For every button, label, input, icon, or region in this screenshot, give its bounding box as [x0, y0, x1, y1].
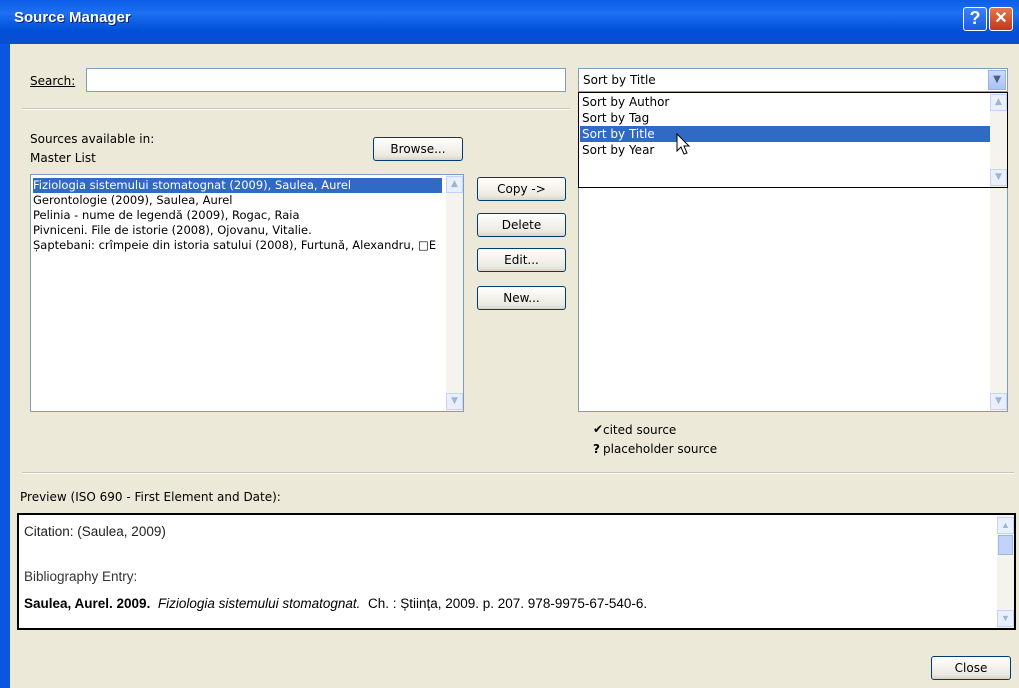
sort-option-tag[interactable]: Sort by Tag: [580, 110, 993, 126]
bib-author: Saulea, Aurel. 2009.: [24, 596, 151, 611]
checkmark-icon: ✔: [593, 422, 604, 436]
sort-selected: Sort by Title: [583, 73, 656, 87]
scroll-down-icon[interactable]: ▼: [997, 610, 1014, 627]
edit-button[interactable]: Edit...: [477, 248, 566, 272]
placeholder-source-label: placeholder source: [603, 442, 718, 456]
list-item[interactable]: Pivniceni. File de istorie (2008), Ojova…: [33, 223, 312, 238]
bib-rest: Ch. : Știința, 2009. p. 207. 978-9975-67…: [367, 596, 648, 611]
cited-source-label: cited source: [603, 423, 677, 437]
question-icon: ?: [593, 442, 600, 456]
bibliography-label: Bibliography Entry:: [24, 569, 138, 584]
delete-button[interactable]: Delete: [477, 213, 566, 237]
list-item[interactable]: Șaptebani: crîmpeie din istoria satului …: [33, 238, 445, 253]
list-item[interactable]: Gerontologie (2009), Saulea, Aurel: [33, 193, 233, 208]
browse-button[interactable]: Browse...: [373, 137, 463, 161]
help-icon[interactable]: ?: [963, 7, 987, 31]
close-button[interactable]: Close: [931, 656, 1011, 680]
window-frame: [0, 44, 10, 688]
chevron-down-icon[interactable]: ▼: [988, 70, 1006, 90]
scrollbar[interactable]: ▼: [990, 175, 1007, 411]
preview-label: Preview (ISO 690 - First Element and Dat…: [20, 490, 281, 504]
window-title: Source Manager: [14, 9, 131, 26]
current-source-list[interactable]: ▼: [578, 174, 1008, 412]
master-list-label: Master List: [30, 151, 96, 165]
scroll-down-icon[interactable]: ▼: [990, 393, 1007, 410]
separator: [22, 472, 1014, 474]
scroll-up-icon[interactable]: ▲: [997, 517, 1014, 534]
scrollbar[interactable]: ▲ ▼: [446, 175, 463, 411]
scroll-up-icon[interactable]: ▲: [446, 176, 463, 193]
scroll-down-icon[interactable]: ▼: [990, 169, 1007, 186]
search-input[interactable]: [86, 68, 566, 92]
scroll-thumb[interactable]: [998, 535, 1013, 555]
close-icon[interactable]: ✕: [989, 7, 1013, 31]
copy-button[interactable]: Copy ->: [477, 177, 566, 201]
citation-text: Citation: (Saulea, 2009): [24, 524, 166, 539]
list-item[interactable]: Fiziologia sistemului stomatognat (2009)…: [33, 178, 442, 193]
sort-option-year[interactable]: Sort by Year: [580, 142, 993, 158]
new-button[interactable]: New...: [477, 286, 566, 310]
sources-available-label: Sources available in:: [30, 132, 155, 146]
dropdown-scrollbar[interactable]: ▲ ▼: [990, 93, 1007, 187]
sort-dropdown[interactable]: Sort by Author Sort by Tag Sort by Title…: [578, 92, 1008, 188]
list-item[interactable]: Pelinia - nume de legendă (2009), Rogac,…: [33, 208, 300, 223]
bib-title: Fiziologia sistemului stomatognat.: [157, 596, 361, 611]
search-label: Search:: [30, 74, 76, 88]
bibliography-entry: Saulea, Aurel. 2009. Fiziologia sistemul…: [24, 596, 647, 611]
mouse-cursor-icon: [676, 133, 691, 155]
scrollbar[interactable]: ▲ ▼: [997, 515, 1014, 628]
scroll-up-icon[interactable]: ▲: [990, 94, 1007, 111]
preview-pane: Citation: (Saulea, 2009) Bibliography En…: [17, 513, 1016, 630]
scroll-down-icon[interactable]: ▼: [446, 393, 463, 410]
sort-option-author[interactable]: Sort by Author: [580, 94, 993, 110]
title-bar: Source Manager ? ✕: [0, 0, 1019, 44]
master-source-list[interactable]: Fiziologia sistemului stomatognat (2009)…: [30, 174, 464, 412]
sort-option-title[interactable]: Sort by Title: [580, 126, 993, 142]
separator: [22, 108, 570, 110]
sort-select[interactable]: Sort by Title ▼: [578, 68, 1008, 92]
